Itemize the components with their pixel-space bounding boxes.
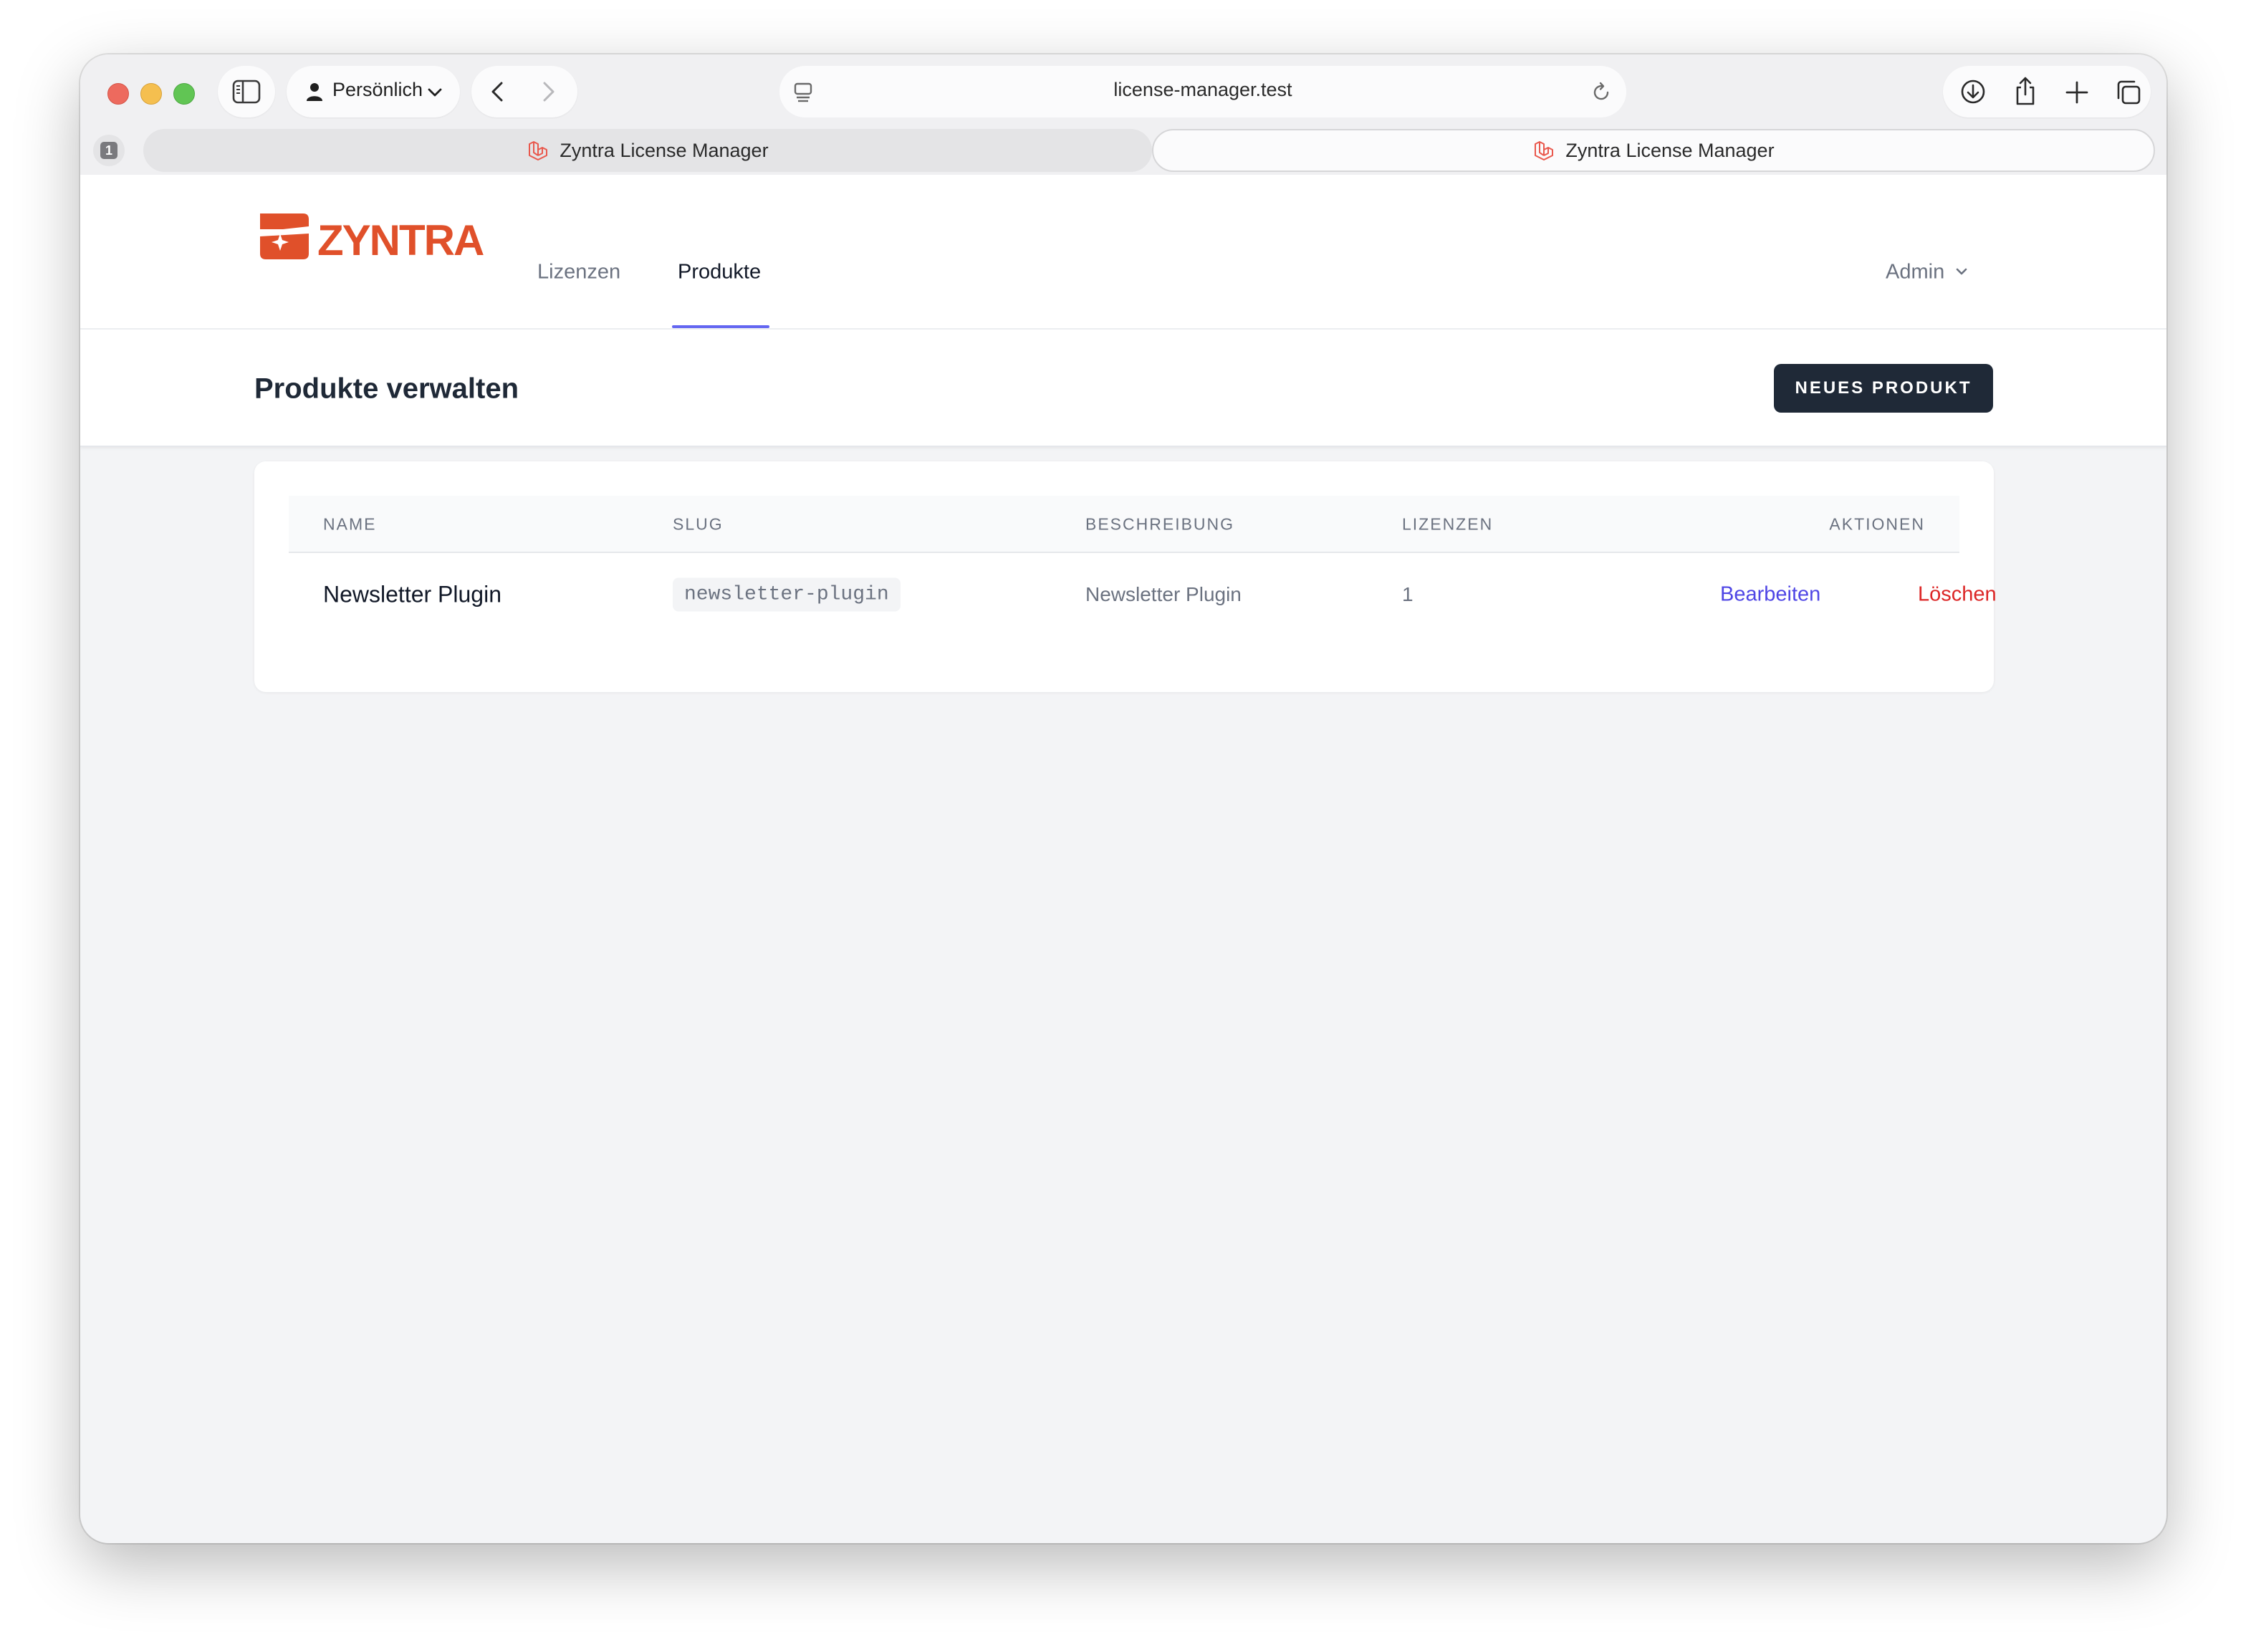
product-slug: newsletter-plugin [673,577,901,612]
zyntra-logo[interactable]: ZYNTRA [254,208,485,269]
browser-tab-title: Zyntra License Manager [1565,139,1775,161]
active-nav-indicator [672,325,769,328]
chevron-down-icon [428,88,442,97]
address-bar[interactable]: license-manager.test [779,66,1626,117]
delete-product-link[interactable]: Löschen [1918,583,1997,607]
person-icon [307,83,322,101]
browser-tab-1[interactable]: Zyntra License Manager [143,129,1152,172]
products-card: NAME SLUG BESCHREIBUNG LIZENZEN AKTIONEN… [254,461,1997,692]
browser-tab-2[interactable]: Zyntra License Manager [1152,129,2155,172]
download-icon[interactable] [1960,79,1986,105]
product-license-count: 1 [1402,583,1414,605]
close-window-button[interactable] [107,83,129,105]
browser-tab-title: Zyntra License Manager [560,139,769,161]
nav-link-lizenzen[interactable]: Lizenzen [537,261,620,284]
nav-link-produkte[interactable]: Produkte [678,261,761,284]
column-header-name: NAME [323,514,377,534]
share-icon[interactable] [2013,76,2038,106]
back-icon[interactable] [487,80,509,103]
profile-label: Persönlich [332,79,423,100]
app-navigation: ZYNTRA Lizenzen Produkte Admin [80,175,2166,330]
column-header-licenses: LIZENZEN [1402,514,1494,534]
toolbar-actions [1943,66,2151,117]
laravel-icon [1535,141,1554,160]
table-row: Newsletter Plugin newsletter-plugin News… [289,553,1997,639]
logo-text: ZYNTRA [317,216,484,264]
sidebar-icon [232,80,261,104]
browser-window: Persönlich license-manager.test 1 Zyntra… [80,54,2166,1543]
sidebar-toggle-button[interactable] [218,66,275,117]
maximize-window-button[interactable] [173,83,195,105]
tab-bar: 1 Zyntra License Manager Zyntra License … [80,126,2166,175]
zyntra-logo-mark: ZYNTRA [260,213,485,264]
forward-icon[interactable] [537,80,559,103]
laravel-icon [529,141,548,160]
tab-group-counter[interactable]: 1 [93,135,125,166]
column-header-actions: AKTIONEN [1829,514,1925,534]
url-text: license-manager.test [1113,79,1292,100]
reload-icon[interactable] [1590,82,1612,103]
page-header: Produkte verwalten NEUES PRODUKT [80,330,2166,447]
history-navigation [471,66,577,117]
product-description: Newsletter Plugin [1085,583,1242,605]
new-tab-icon[interactable] [2065,80,2089,105]
browser-titlebar: Persönlich license-manager.test 1 Zyntra… [80,54,2166,175]
tab-overview-icon[interactable] [2115,79,2142,106]
user-menu-button[interactable]: Admin [1886,261,1944,284]
new-product-button[interactable]: NEUES PRODUKT [1774,364,1993,413]
page-title: Produkte verwalten [254,373,519,405]
minimize-window-button[interactable] [140,83,162,105]
edit-product-link[interactable]: Bearbeiten [1720,583,1820,607]
tab-count-badge: 1 [100,142,117,159]
column-header-slug: SLUG [673,514,724,534]
chevron-down-icon[interactable] [1954,266,1969,277]
column-header-description: BESCHREIBUNG [1085,514,1235,534]
product-name: Newsletter Plugin [323,581,501,608]
table-header: NAME SLUG BESCHREIBUNG LIZENZEN AKTIONEN [289,496,1959,553]
profile-menu-button[interactable]: Persönlich [287,66,460,117]
